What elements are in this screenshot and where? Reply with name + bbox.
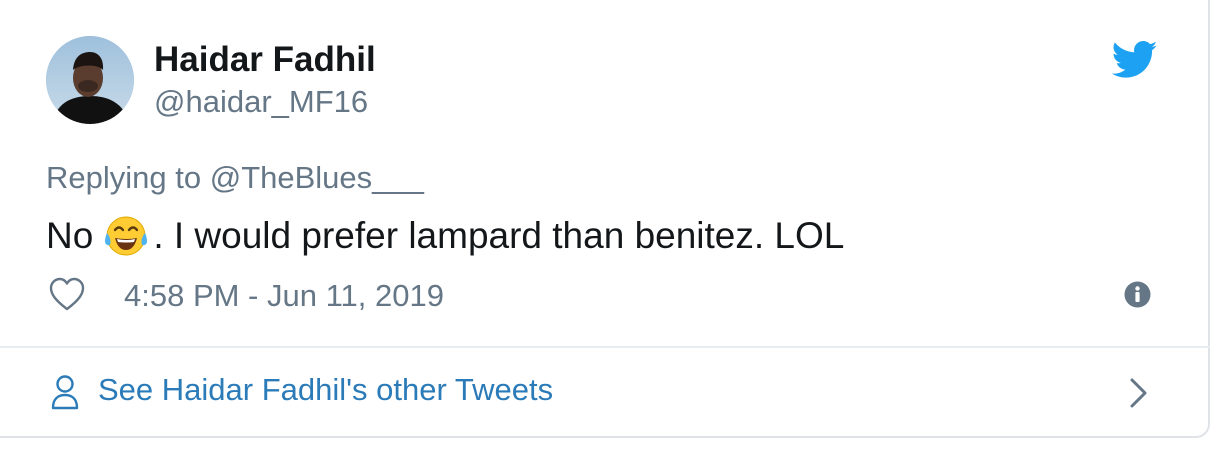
see-other-tweets-label: See Haidar Fadhil's other Tweets — [98, 372, 554, 407]
author-name[interactable]: Haidar Fadhil — [154, 40, 376, 80]
info-icon[interactable] — [1124, 281, 1151, 308]
tweet-text-end: . I would prefer lampard than benitez. L… — [153, 215, 845, 256]
tweet-timestamp-link[interactable]: 4:58 PM - Jun 11, 2019 — [124, 278, 444, 314]
person-icon — [51, 375, 79, 410]
face-with-tears-of-joy-icon — [105, 216, 148, 256]
replying-prefix: Replying to — [46, 160, 202, 195]
tweet-text: No . I would prefer lampard than benitez… — [46, 213, 844, 259]
author-handle[interactable]: @haidar_MF16 — [154, 84, 368, 120]
see-other-tweets-link[interactable]: See Haidar Fadhil's other Tweets — [0, 348, 1210, 436]
tweet-text-start: No — [46, 215, 94, 256]
avatar[interactable] — [46, 36, 134, 124]
reply-mention-link[interactable]: @TheBlues___ — [210, 160, 424, 195]
replying-to-line: Replying to @TheBlues___ — [46, 160, 424, 196]
heart-icon[interactable] — [48, 276, 86, 312]
twitter-bird-icon[interactable] — [1112, 40, 1158, 80]
chevron-right-icon — [1130, 378, 1147, 408]
